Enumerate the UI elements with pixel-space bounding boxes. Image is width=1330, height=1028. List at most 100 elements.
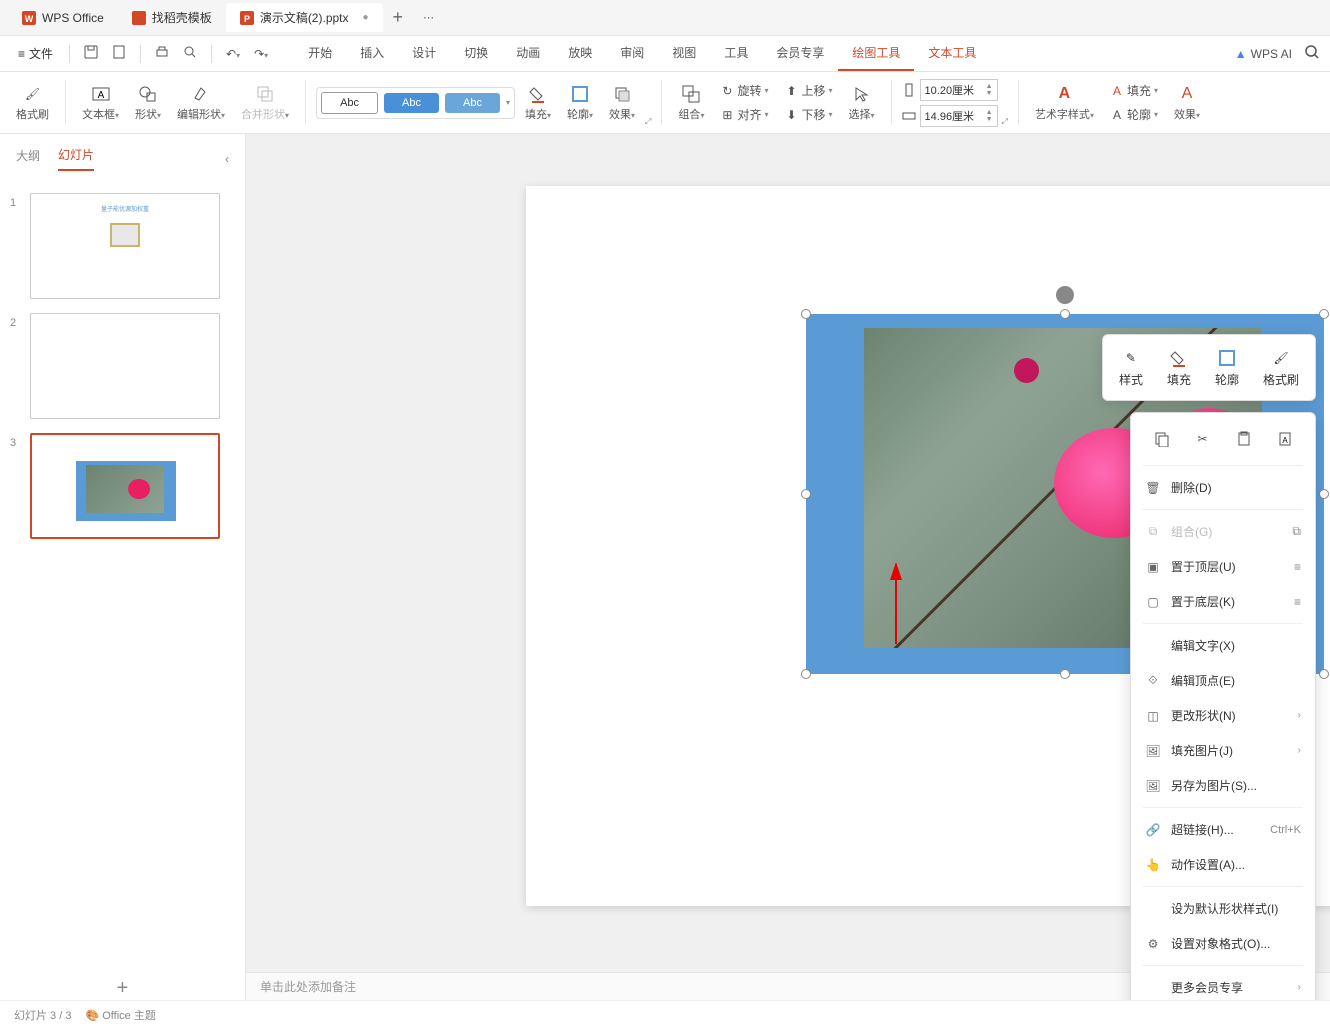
label: 合并形状▾ <box>241 106 289 122</box>
tab-document[interactable]: P 演示文稿(2).pptx ● <box>226 3 383 32</box>
ctx-more-vip[interactable]: 更多会员专享› <box>1131 970 1315 1000</box>
sel-handle-se[interactable] <box>1319 669 1329 679</box>
format-pane-launcher[interactable]: ⤢ <box>645 117 651 127</box>
float-painter-button[interactable]: 🖌格式刷 <box>1255 343 1307 392</box>
wps-ai-button[interactable]: ▲WPS AI <box>1235 47 1292 61</box>
file-menu[interactable]: ≡文件 <box>10 41 61 66</box>
menu-tab-transition[interactable]: 切换 <box>450 36 502 71</box>
style-outline[interactable]: Abc <box>321 92 378 114</box>
fill-button[interactable]: 填充▾ <box>519 80 557 126</box>
side-tab-slides[interactable]: 幻灯片 <box>58 146 94 171</box>
height-input[interactable]: 10.20厘米▲▼ <box>920 79 998 101</box>
save-button[interactable] <box>78 41 104 66</box>
shape-styles-gallery[interactable]: Abc Abc Abc ▾ <box>316 87 515 119</box>
ctx-copy-button[interactable] <box>1150 427 1174 451</box>
sel-handle-sw[interactable] <box>801 669 811 679</box>
gallery-expand-icon[interactable]: ▾ <box>506 98 510 107</box>
align-icon: ⊞ <box>720 108 734 122</box>
effect-button[interactable]: 效果▾ <box>603 80 641 126</box>
sel-handle-n[interactable] <box>1060 309 1070 319</box>
select-button[interactable]: 选择▾ <box>843 80 881 126</box>
sel-handle-s[interactable] <box>1060 669 1070 679</box>
preview-button[interactable] <box>177 41 203 66</box>
ctx-change-shape[interactable]: ◫更改形状(N)› <box>1131 698 1315 733</box>
width-input[interactable]: 14.96厘米▲▼ <box>920 105 998 127</box>
action-icon: 👆 <box>1145 857 1161 873</box>
menu-tab-vip[interactable]: 会员专享 <box>762 36 838 71</box>
tab-wps-home[interactable]: W WPS Office <box>8 5 118 31</box>
tab-template[interactable]: 找稻壳模板 <box>118 3 226 32</box>
sel-handle-ne[interactable] <box>1319 309 1329 319</box>
slide-thumb-2[interactable] <box>30 313 220 419</box>
context-menu: ✂ A 🗑删除(D) ⧉组合(G)⧉ ▣置于顶层(U)≡ ▢置于底层(K)≡ 编… <box>1130 412 1316 1000</box>
ctx-action-settings[interactable]: 👆动作设置(A)... <box>1131 847 1315 882</box>
new-button[interactable] <box>106 41 132 66</box>
format-painter-button[interactable]: 🖌格式刷 <box>10 80 55 126</box>
collapse-panel-button[interactable]: ‹ <box>225 152 229 166</box>
ctx-save-as-picture[interactable]: 🖼另存为图片(S)... <box>1131 768 1315 803</box>
rotate-handle[interactable] <box>1056 286 1074 304</box>
text-fill-button[interactable]: A填充▾ <box>1104 79 1164 103</box>
ctx-edit-points[interactable]: ⟐编辑顶点(E) <box>1131 663 1315 698</box>
float-fill-button[interactable]: 填充 <box>1159 343 1199 392</box>
shapes-button[interactable]: 形状▾ <box>129 80 167 126</box>
float-style-button[interactable]: ✎样式 <box>1111 343 1151 392</box>
slide-thumb-3[interactable] <box>30 433 220 539</box>
menu-tab-tools[interactable]: 工具 <box>710 36 762 71</box>
ctx-bring-front[interactable]: ▣置于顶层(U)≡ <box>1131 549 1315 584</box>
text-outline-button[interactable]: A轮廓▾ <box>1104 103 1164 127</box>
style-blue[interactable]: Abc <box>384 93 439 113</box>
size-launcher[interactable]: ⤢ <box>1002 117 1008 127</box>
float-outline-button[interactable]: 轮廓 <box>1207 343 1247 392</box>
search-button[interactable] <box>1304 44 1320 63</box>
group-button[interactable]: 组合▾ <box>672 80 710 126</box>
ctx-edit-text[interactable]: 编辑文字(X) <box>1131 628 1315 663</box>
menu-tab-drawing[interactable]: 绘图工具 <box>838 36 914 71</box>
canvas-area[interactable]: ✎样式 填充 轮廓 🖌格式刷 ✂ A 🗑删除(D) ⧉组合(G)⧉ ▣置于顶层(… <box>246 134 1330 1000</box>
tab-add-button[interactable]: + <box>383 7 414 28</box>
rotate-button[interactable]: ↻旋转▾ <box>714 79 774 103</box>
edit-shape-button[interactable]: 编辑形状▾ <box>171 80 231 126</box>
tab-overflow-button[interactable]: ⋯ <box>413 11 444 24</box>
label: 样式 <box>1119 371 1143 388</box>
menu-tab-animation[interactable]: 动画 <box>502 36 554 71</box>
redo-button[interactable]: ↷▾ <box>248 43 274 65</box>
menu-tab-review[interactable]: 审阅 <box>606 36 658 71</box>
ctx-cut-button[interactable]: ✂ <box>1191 427 1215 451</box>
menu-tab-design[interactable]: 设计 <box>398 36 450 71</box>
sel-handle-w[interactable] <box>801 489 811 499</box>
ctx-paste-text-button[interactable]: A <box>1273 427 1297 451</box>
hamburger-icon: ≡ <box>18 47 25 61</box>
wordart-button[interactable]: A艺术字样式▾ <box>1029 80 1100 126</box>
ctx-delete[interactable]: 🗑删除(D) <box>1131 470 1315 505</box>
sel-handle-e[interactable] <box>1319 489 1329 499</box>
undo-button[interactable]: ↶▾ <box>220 43 246 65</box>
add-slide-button[interactable]: + <box>0 977 245 1000</box>
move-up-button[interactable]: ⬆上移▾ <box>778 79 838 103</box>
svg-text:A: A <box>97 90 104 101</box>
menu-tab-start[interactable]: 开始 <box>294 36 346 71</box>
outline-button[interactable]: 轮廓▾ <box>561 80 599 126</box>
ctx-paste-button[interactable] <box>1232 427 1256 451</box>
wps-logo-icon: W <box>22 11 36 25</box>
move-down-button[interactable]: ⬇下移▾ <box>778 103 838 127</box>
ctx-hyperlink[interactable]: 🔗超链接(H)...Ctrl+K <box>1131 812 1315 847</box>
side-tab-outline[interactable]: 大纲 <box>16 147 40 170</box>
align-button[interactable]: ⊞对齐▾ <box>714 103 774 127</box>
mini-title: 量子能优源加权重 <box>31 204 219 213</box>
textbox-button[interactable]: A文本框▾ <box>76 80 125 126</box>
print-button[interactable] <box>149 41 175 66</box>
menu-tab-text[interactable]: 文本工具 <box>914 36 990 71</box>
text-effect-button[interactable]: A效果▾ <box>1168 80 1206 126</box>
menu-tab-insert[interactable]: 插入 <box>346 36 398 71</box>
ctx-fill-picture[interactable]: 🖼填充图片(J)› <box>1131 733 1315 768</box>
ctx-default-shape[interactable]: 设为默认形状样式(I) <box>1131 891 1315 926</box>
sel-handle-nw[interactable] <box>801 309 811 319</box>
ctx-format-object[interactable]: ⚙设置对象格式(O)... <box>1131 926 1315 961</box>
menu-tab-view[interactable]: 视图 <box>658 36 710 71</box>
ctx-send-back[interactable]: ▢置于底层(K)≡ <box>1131 584 1315 619</box>
menu-tab-slideshow[interactable]: 放映 <box>554 36 606 71</box>
spacer <box>1145 901 1161 917</box>
slide-thumb-1[interactable]: 量子能优源加权重 <box>30 193 220 299</box>
style-blue2[interactable]: Abc <box>445 93 500 113</box>
